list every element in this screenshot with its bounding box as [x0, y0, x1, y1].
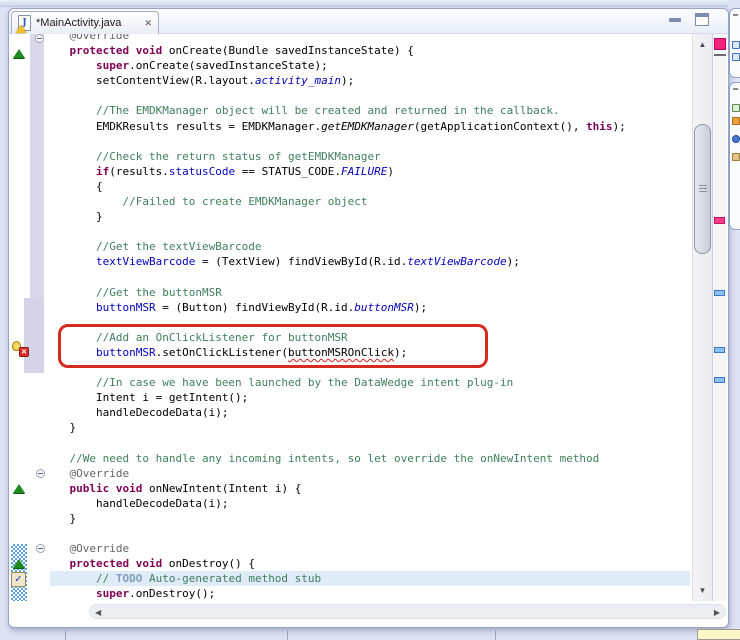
code-line: handleDecodeData(i);	[43, 405, 626, 420]
occurrence-marker[interactable]	[714, 290, 725, 296]
code-line: if(results.statusCode == STATUS_CODE.FAI…	[43, 164, 626, 179]
error-x-icon: ✕	[19, 347, 29, 357]
red-annotation-box	[58, 324, 488, 368]
code-line: // TODO Auto-generated method stub	[43, 571, 626, 586]
override-triangle-icon[interactable]	[13, 559, 25, 568]
code-line	[43, 224, 626, 239]
code-line: //Failed to create EMDKManager object	[43, 194, 626, 209]
code-line	[43, 526, 626, 541]
view-menu-dash-icon[interactable]	[733, 88, 738, 90]
toolbar-bottom-band	[0, 0, 728, 7]
code-line: //In case we have been launched by the D…	[43, 375, 626, 390]
code-line: EMDKResults results = EMDKManager.getEMD…	[43, 119, 626, 134]
code-line: @Override	[43, 541, 626, 556]
thumb-grip	[699, 185, 707, 186]
code-line: //Get the buttonMSR	[43, 285, 626, 300]
task-marker-icon[interactable]: ✓	[11, 572, 26, 587]
occurrence-marker[interactable]	[714, 347, 725, 353]
mini-view-icon[interactable]	[732, 117, 740, 125]
error-quickfix-icon[interactable]: ✕	[12, 341, 29, 357]
status-bar-divider	[287, 630, 288, 640]
code-line: @Override	[43, 466, 626, 481]
code-line: //The EMDKManager object will be created…	[43, 103, 626, 118]
tab-title: *MainActivity.java	[36, 17, 121, 29]
fold-collapse-icon[interactable]	[36, 469, 45, 478]
errors-present-marker[interactable]	[714, 38, 726, 50]
fold-collapse-icon[interactable]	[36, 544, 45, 553]
java-file-warning-icon: J	[18, 15, 31, 31]
ruler-header-underline	[714, 54, 726, 56]
fold-collapse-icon[interactable]	[35, 34, 44, 43]
overview-ruler[interactable]	[712, 34, 727, 601]
code-line: textViewBarcode = (TextView) findViewByI…	[43, 254, 626, 269]
mini-view-icon[interactable]	[732, 153, 740, 161]
scroll-right-icon[interactable]: ▶	[714, 608, 720, 617]
code-line: //Get the textViewBarcode	[43, 239, 626, 254]
minimized-view-strip	[729, 8, 740, 78]
override-triangle-icon[interactable]	[13, 49, 25, 58]
code-line: {	[43, 179, 626, 194]
vertical-scrollbar-thumb[interactable]	[694, 124, 711, 254]
editor-panel: J *MainActivity.java ✕ @Override protect…	[8, 8, 729, 628]
code-line: }	[43, 209, 626, 224]
view-menu-dash-icon[interactable]	[733, 14, 738, 16]
code-line: protected void onDestroy() {	[43, 556, 626, 571]
code-line: super.onDestroy();	[43, 586, 626, 601]
code-line: @Override	[43, 34, 626, 43]
range-indicator-bar-selected	[24, 298, 44, 373]
override-triangle-icon[interactable]	[13, 484, 25, 493]
status-bar-highlight-cell	[697, 629, 740, 640]
scroll-up-icon[interactable]: ▲	[693, 40, 712, 49]
code-editor-area[interactable]: @Override protected void onCreate(Bundle…	[10, 34, 692, 601]
minimized-view-strip	[729, 82, 740, 230]
status-bar-divider	[65, 630, 66, 640]
tab-mainactivity-java[interactable]: J *MainActivity.java ✕	[11, 11, 159, 34]
code-line: buttonMSR = (Button) findViewById(R.id.b…	[43, 300, 626, 315]
mini-view-icon[interactable]	[732, 104, 740, 112]
code-line: //Check the return status of getEMDKMana…	[43, 149, 626, 164]
maximize-view-icon[interactable]	[695, 13, 709, 26]
status-bar-divider	[495, 630, 496, 640]
error-marker[interactable]	[714, 217, 725, 224]
tab-close-icon[interactable]: ✕	[144, 18, 152, 29]
horizontal-scrollbar[interactable]: ◀ ▶	[89, 604, 726, 619]
code-line	[43, 436, 626, 451]
code-line: }	[43, 420, 626, 435]
scroll-down-icon[interactable]: ▼	[693, 586, 712, 595]
range-indicator-bar	[30, 34, 44, 298]
code-lines: @Override protected void onCreate(Bundle…	[43, 34, 626, 601]
scroll-left-icon[interactable]: ◀	[95, 608, 101, 617]
code-line: setContentView(R.layout.activity_main);	[43, 73, 626, 88]
code-line: //We need to handle any incoming intents…	[43, 451, 626, 466]
minimize-view-icon[interactable]	[669, 18, 681, 22]
mini-view-icon[interactable]	[732, 53, 740, 61]
mini-view-icon[interactable]	[732, 135, 740, 143]
warning-overlay-icon	[16, 25, 26, 33]
code-line	[43, 270, 626, 285]
workbench: { "tab": { "title": "*MainActivity.java"…	[0, 0, 740, 640]
code-line: handleDecodeData(i);	[43, 496, 626, 511]
code-line: protected void onCreate(Bundle savedInst…	[43, 43, 626, 58]
occurrence-marker[interactable]	[714, 377, 725, 383]
mini-view-icon[interactable]	[732, 41, 740, 49]
editor-tab-bar: J *MainActivity.java ✕	[9, 9, 728, 34]
code-line	[43, 88, 626, 103]
vertical-scrollbar[interactable]: ▲ ▼	[692, 34, 712, 601]
code-line: super.onCreate(savedInstanceState);	[43, 58, 626, 73]
code-line: Intent i = getIntent();	[43, 390, 626, 405]
code-line: public void onNewIntent(Intent i) {	[43, 481, 626, 496]
code-line: }	[43, 511, 626, 526]
code-line	[43, 134, 626, 149]
